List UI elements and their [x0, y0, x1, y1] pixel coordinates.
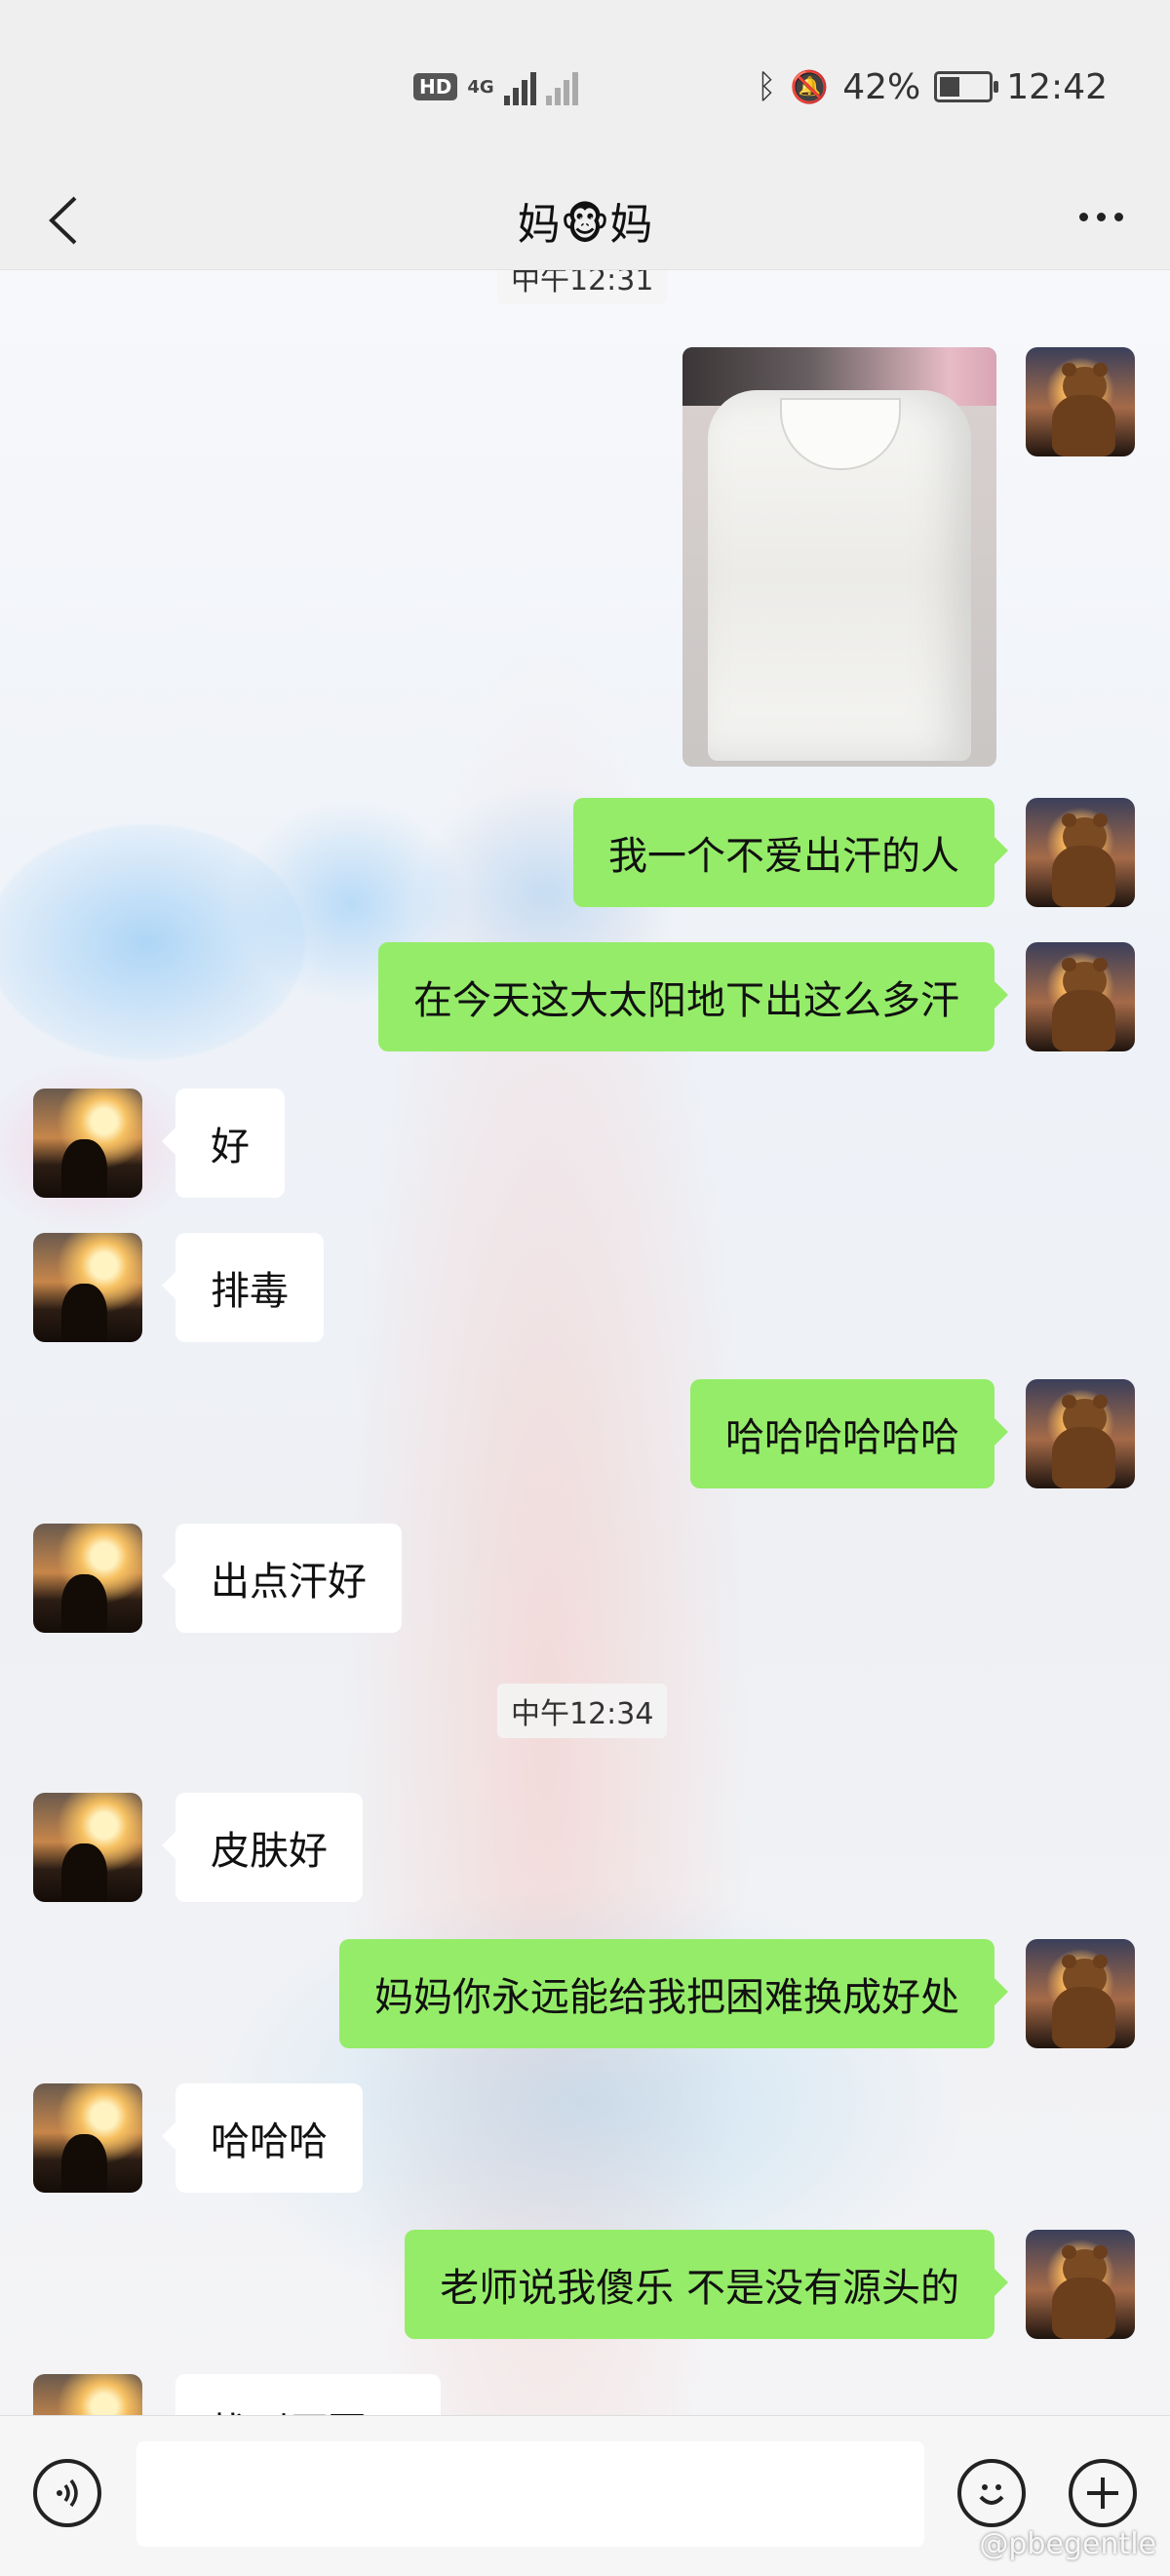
- bluetooth-icon: ᛒ: [756, 67, 777, 106]
- hd-badge: HD: [413, 73, 458, 100]
- avatar-me[interactable]: [1026, 798, 1135, 907]
- mute-bell-icon: 🔕: [790, 68, 830, 105]
- chat-header: 妈🐵妈: [0, 168, 1170, 270]
- avatar-me[interactable]: [1026, 942, 1135, 1051]
- status-bar: HD 4G ᛒ 🔕 42% 12:42: [0, 0, 1170, 168]
- clock: 12:42: [1006, 66, 1108, 107]
- message-incoming[interactable]: 皮肤好: [162, 1793, 363, 1902]
- plus-icon: [1087, 2477, 1118, 2509]
- avatar-mom[interactable]: [33, 1793, 142, 1902]
- message-incoming[interactable]: 哈哈哈: [162, 2083, 363, 2193]
- timestamp: 中午12:34: [497, 1684, 668, 1738]
- voice-icon: [57, 2478, 78, 2508]
- avatar-me[interactable]: [1026, 1379, 1135, 1488]
- avatar-mom[interactable]: [33, 2083, 142, 2193]
- message-outgoing[interactable]: 老师说我傻乐 不是没有源头的: [405, 2230, 1008, 2339]
- emoji-button[interactable]: [957, 2459, 1026, 2527]
- network-type: 4G: [467, 76, 494, 98]
- avatar-me[interactable]: [1026, 2230, 1135, 2339]
- watermark: @pbegentle: [979, 2527, 1156, 2561]
- message-list[interactable]: 中午12:31 我一个不爱出汗的人 在今天这大太阳地下出这么多汗 好 排毒 哈哈…: [0, 250, 1170, 2483]
- more-dots-icon[interactable]: [1067, 187, 1135, 246]
- message-input[interactable]: [136, 2441, 924, 2547]
- battery-fill: [940, 77, 960, 97]
- avatar-mom[interactable]: [33, 1089, 142, 1198]
- message-incoming[interactable]: 出点汗好: [162, 1524, 402, 1633]
- status-right: ᛒ 🔕 42% 12:42: [757, 62, 1108, 111]
- message-outgoing[interactable]: 在今天这大太阳地下出这么多汗: [378, 942, 1008, 1051]
- battery-percent: 42%: [842, 66, 921, 107]
- message-incoming[interactable]: 好: [162, 1089, 285, 1198]
- chat-title: 妈🐵妈: [517, 200, 653, 250]
- message-outgoing[interactable]: 我一个不爱出汗的人: [573, 798, 1008, 907]
- message-incoming[interactable]: 排毒: [162, 1233, 324, 1342]
- avatar-mom[interactable]: [33, 1233, 142, 1342]
- signal-strength-icon: [503, 68, 536, 105]
- avatar-me[interactable]: [1026, 347, 1135, 456]
- network-indicators: HD 4G: [413, 62, 578, 111]
- plus-button[interactable]: [1069, 2459, 1137, 2527]
- voice-button[interactable]: [33, 2459, 101, 2527]
- avatar-mom[interactable]: [33, 1524, 142, 1633]
- photo-message[interactable]: [682, 347, 996, 767]
- avatar-me[interactable]: [1026, 1939, 1135, 2048]
- message-outgoing[interactable]: 妈妈你永远能给我把困难换成好处: [339, 1939, 1008, 2048]
- message-outgoing[interactable]: 哈哈哈哈哈哈: [690, 1379, 1008, 1488]
- signal-weak-icon: [545, 68, 578, 105]
- battery-icon: [934, 71, 999, 102]
- emoji-icon: [979, 2484, 1004, 2505]
